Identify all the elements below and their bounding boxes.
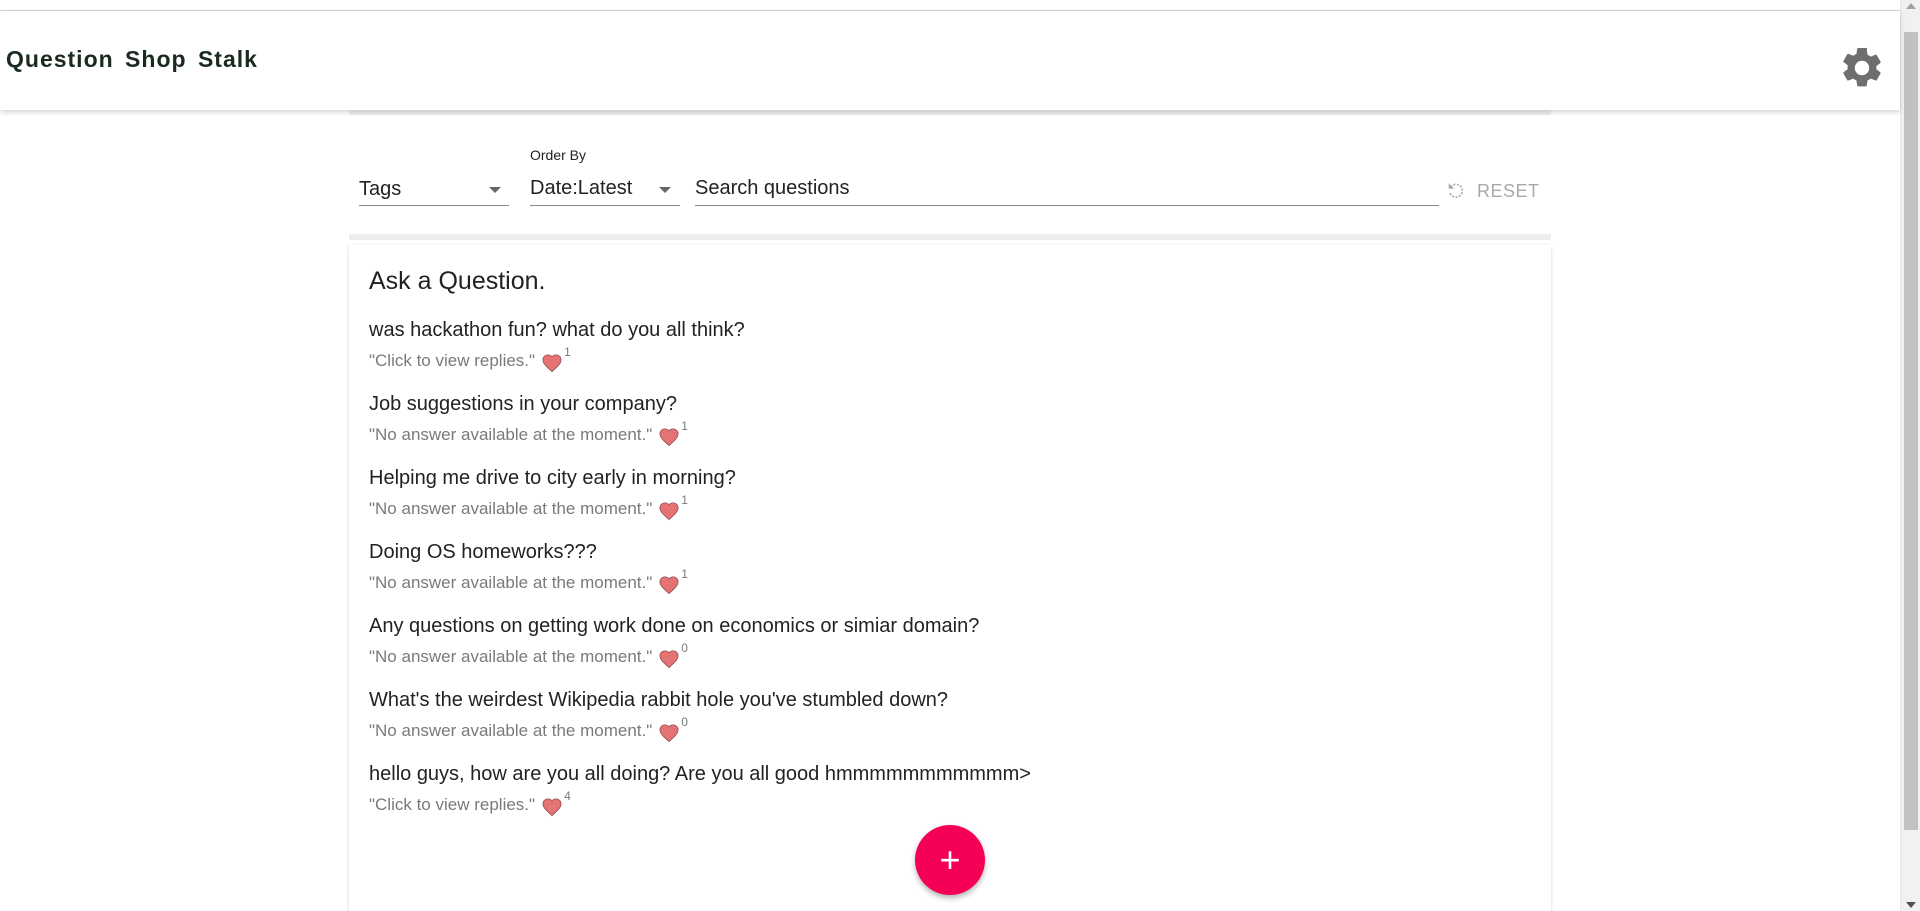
like-count: 4 xyxy=(564,789,571,803)
like-count: 1 xyxy=(564,345,571,359)
divider xyxy=(349,110,1551,115)
like-count: 1 xyxy=(681,493,688,507)
settings-button[interactable] xyxy=(1838,44,1886,92)
like-count: 0 xyxy=(681,641,688,655)
divider xyxy=(349,234,1551,240)
like-count: 1 xyxy=(681,567,688,581)
heart-icon[interactable] xyxy=(658,575,680,595)
question-subtitle: "No answer available at the moment." 1 xyxy=(369,493,688,521)
scroll-down-icon[interactable] xyxy=(1906,902,1916,908)
answer-preview: "No answer available at the moment." xyxy=(369,499,653,518)
question-text: Doing OS homeworks??? xyxy=(369,541,597,563)
search-field xyxy=(695,170,1439,206)
heart-icon[interactable] xyxy=(541,797,563,817)
heart-icon[interactable] xyxy=(541,353,563,373)
answer-preview: "Click to view replies." xyxy=(369,795,536,814)
question-subtitle: "No answer available at the moment." 1 xyxy=(369,567,688,595)
app-bar: Question Shop Stalk xyxy=(0,11,1900,110)
question-text: hello guys, how are you all doing? Are y… xyxy=(369,763,1031,785)
question-subtitle: "Click to view replies." 1 xyxy=(369,345,571,373)
app-title: Question Shop Stalk xyxy=(6,46,258,72)
order-by-label: Order By xyxy=(530,147,587,163)
question-item[interactable]: What's the weirdest Wikipedia rabbit hol… xyxy=(369,689,1529,763)
question-item[interactable]: Helping me drive to city early in mornin… xyxy=(369,467,1529,541)
question-subtitle: "No answer available at the moment." 0 xyxy=(369,641,688,669)
search-input[interactable] xyxy=(695,174,1435,202)
question-item[interactable]: Any questions on getting work done on ec… xyxy=(369,615,1529,689)
order-by-value: Date:Latest xyxy=(530,177,633,199)
reset-button[interactable]: RESET xyxy=(1445,176,1540,206)
refresh-icon xyxy=(1448,183,1464,198)
question-item[interactable]: was hackathon fun? what do you all think… xyxy=(369,319,1529,393)
answer-preview: "No answer available at the moment." xyxy=(369,721,653,740)
plus-icon: + xyxy=(939,839,961,880)
question-subtitle: "No answer available at the moment." 1 xyxy=(369,419,688,447)
question-text: was hackathon fun? what do you all think… xyxy=(369,319,745,341)
reset-label: RESET xyxy=(1477,180,1540,201)
card-title: Ask a Question. xyxy=(369,267,546,295)
answer-preview: "No answer available at the moment." xyxy=(369,573,653,592)
question-subtitle: "Click to view replies." 4 xyxy=(369,789,571,817)
questions-card: Ask a Question. was hackathon fun? what … xyxy=(349,245,1551,911)
question-item[interactable]: Doing OS homeworks??? "No answer availab… xyxy=(369,541,1529,615)
page: Question Shop Stalk Tags Order By Date:L… xyxy=(0,0,1920,911)
question-text: What's the weirdest Wikipedia rabbit hol… xyxy=(369,689,949,711)
heart-icon[interactable] xyxy=(658,723,680,743)
question-text: Any questions on getting work done on ec… xyxy=(369,615,980,637)
page-scrollbar[interactable] xyxy=(1900,0,1920,911)
heart-icon[interactable] xyxy=(658,427,680,447)
answer-preview: "No answer available at the moment." xyxy=(369,425,653,444)
question-text: Helping me drive to city early in mornin… xyxy=(369,467,736,489)
question-list: was hackathon fun? what do you all think… xyxy=(369,319,1529,837)
add-question-button[interactable]: + xyxy=(915,825,985,895)
question-text: Job suggestions in your company? xyxy=(369,393,677,415)
chevron-down-icon xyxy=(489,187,501,193)
heart-icon[interactable] xyxy=(658,501,680,521)
answer-preview: "No answer available at the moment." xyxy=(369,647,653,666)
gear-icon xyxy=(1843,47,1881,87)
question-subtitle: "No answer available at the moment." 0 xyxy=(369,715,688,743)
like-count: 1 xyxy=(681,419,688,433)
heart-icon[interactable] xyxy=(658,649,680,669)
scroll-up-icon[interactable] xyxy=(1906,3,1916,9)
scroll-thumb[interactable] xyxy=(1904,32,1918,830)
order-by-select[interactable]: Date:Latest xyxy=(530,170,680,206)
chevron-down-icon xyxy=(659,187,671,193)
tags-select-value: Tags xyxy=(359,178,402,200)
answer-preview: "Click to view replies." xyxy=(369,351,536,370)
question-item[interactable]: Job suggestions in your company? "No ans… xyxy=(369,393,1529,467)
tags-select[interactable]: Tags xyxy=(359,170,509,206)
top-border xyxy=(0,0,1900,11)
main-content: Tags Order By Date:Latest RESET Ask a Qu… xyxy=(349,110,1551,911)
like-count: 0 xyxy=(681,715,688,729)
